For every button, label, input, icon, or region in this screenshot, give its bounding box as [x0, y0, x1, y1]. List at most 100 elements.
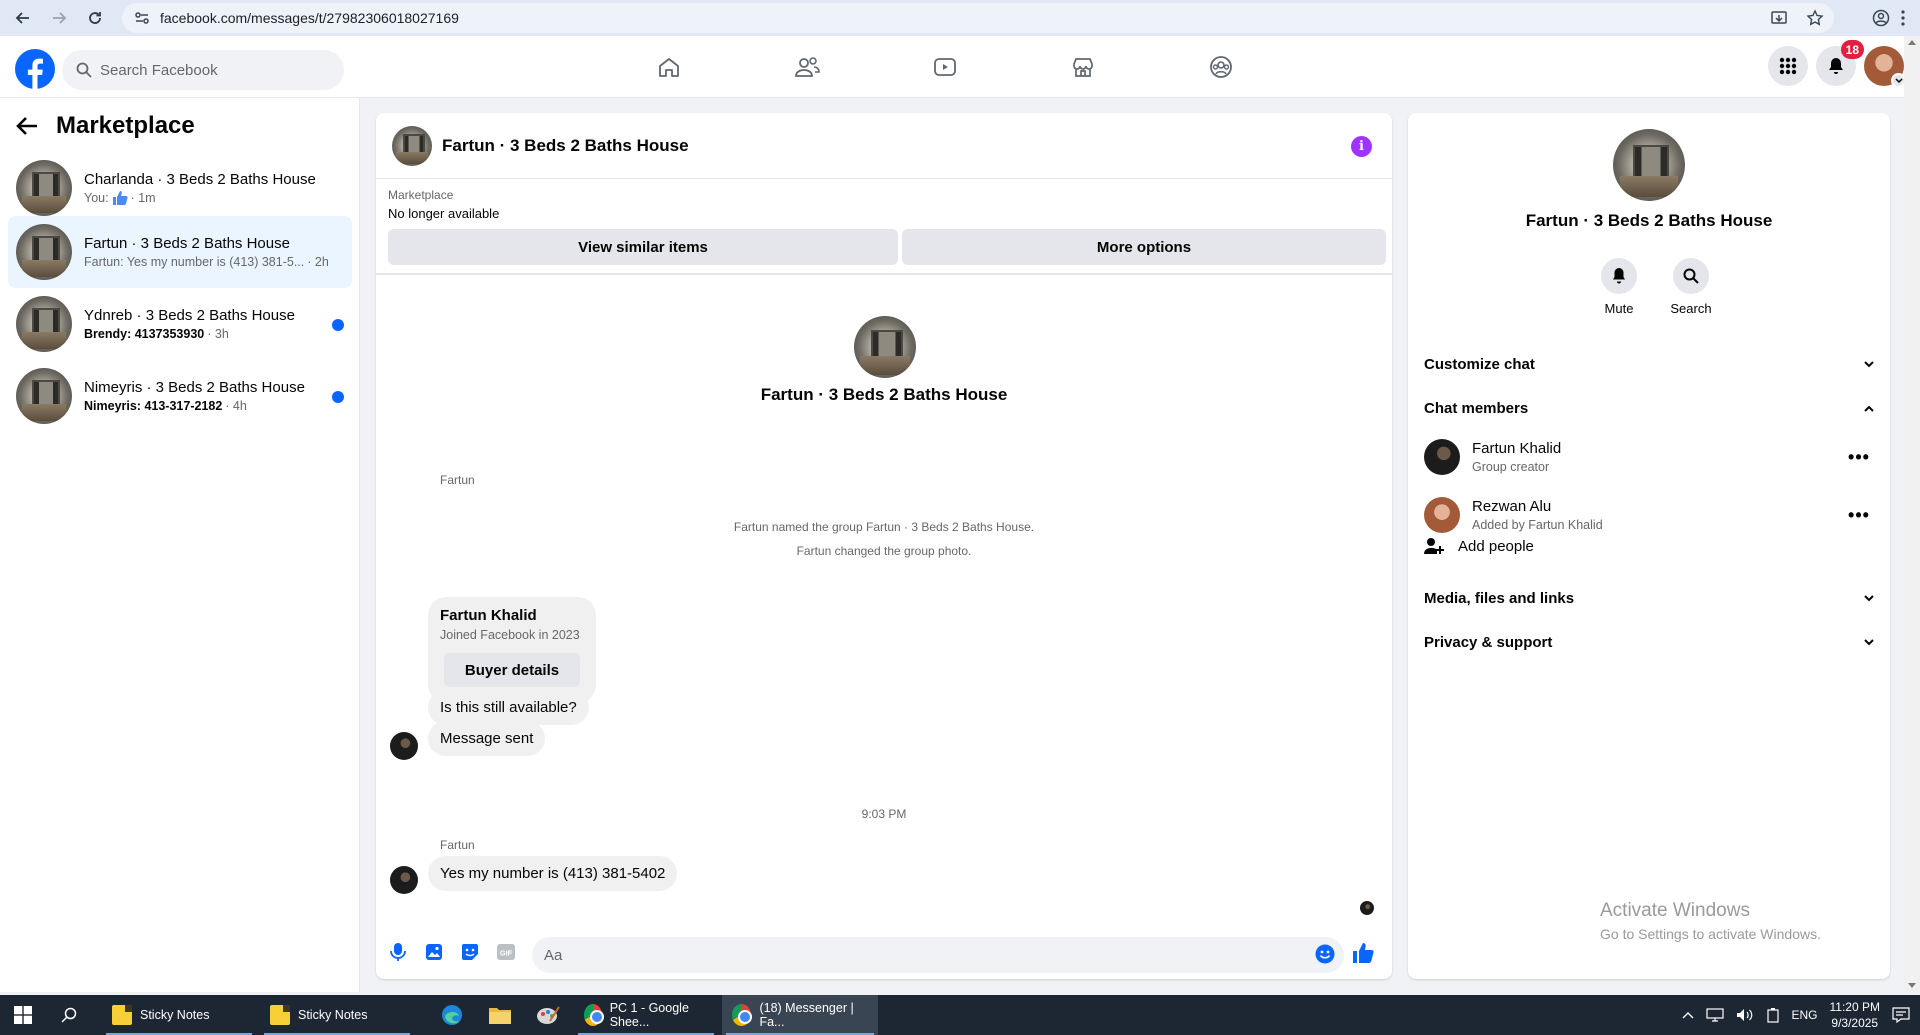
install-icon[interactable] [1770, 9, 1788, 27]
member-role: Group creator [1472, 460, 1550, 474]
url-text[interactable]: facebook.com/messages/t/2798230601802716… [160, 10, 459, 26]
edge-icon[interactable] [432, 995, 472, 1035]
file-explorer-icon[interactable] [480, 995, 520, 1035]
kebab-icon[interactable] [1900, 9, 1906, 27]
volume-icon[interactable] [1736, 1008, 1754, 1022]
chrome-icon [584, 1004, 604, 1026]
buyer-details-button[interactable]: Buyer details [444, 653, 580, 687]
taskbar-app-sticky-notes[interactable]: Sticky Notes [102, 995, 256, 1035]
view-similar-items-button[interactable]: View similar items [388, 229, 898, 265]
conversation-avatar [16, 368, 72, 424]
watermark-subtitle: Go to Settings to activate Windows. [1600, 926, 1821, 942]
thumbs-up-icon [112, 191, 128, 205]
marketplace-label: Marketplace [388, 188, 454, 202]
mic-icon[interactable] [380, 934, 416, 970]
watch-icon[interactable] [876, 36, 1014, 98]
taskbar-app-label: Sticky Notes [298, 1008, 368, 1022]
chat-avatar[interactable] [392, 125, 432, 166]
taskbar-app-google-sheets[interactable]: PC 1 - Google Shee... [574, 995, 718, 1035]
member-avatar [1424, 439, 1460, 475]
notifications-button[interactable]: 18 [1816, 40, 1864, 86]
chat-title[interactable]: Fartun · 3 Beds 2 Baths House [442, 136, 689, 156]
chat-members-section[interactable]: Chat members [1424, 388, 1874, 428]
conversation-time: · 1m [130, 191, 156, 205]
member-row[interactable]: Fartun Khalid Group creator ••• [1424, 431, 1874, 483]
message-bubble[interactable]: Message sent [428, 721, 546, 756]
sender-avatar[interactable] [390, 732, 418, 760]
add-people-button[interactable]: Add people [1424, 537, 1534, 555]
notifications-center-icon[interactable] [1892, 1007, 1910, 1023]
buyer-profile-card: Fartun Khalid Joined Facebook in 2023 Bu… [428, 597, 596, 703]
info-icon[interactable]: i [1351, 136, 1372, 157]
more-icon[interactable]: ••• [1844, 442, 1874, 472]
conversation-title: Charlanda · 3 Beds 2 Baths House [84, 171, 316, 188]
marketplace-icon[interactable] [1014, 36, 1152, 98]
groups-icon[interactable] [1152, 36, 1290, 98]
home-icon[interactable] [600, 36, 738, 98]
read-receipt-avatar [1360, 901, 1374, 915]
windows-taskbar: Sticky Notes Sticky Notes PC 1 - Google … [0, 995, 1920, 1035]
emoji-icon[interactable] [1315, 944, 1335, 964]
add-person-icon [1424, 537, 1446, 555]
system-tray: ENG 11:20 PM 9/3/2025 [1682, 995, 1920, 1035]
conversation-item[interactable]: Charlanda · 3 Beds 2 Baths House You: · … [8, 152, 352, 224]
battery-icon[interactable] [1766, 1007, 1780, 1023]
conversation-item-active[interactable]: Fartun · 3 Beds 2 Baths House Fartun: Ye… [8, 216, 352, 288]
image-icon[interactable] [416, 934, 452, 970]
site-settings-icon[interactable] [132, 10, 152, 26]
menu-grid-icon[interactable] [1768, 46, 1808, 86]
facebook-search-input[interactable]: Search Facebook [62, 50, 344, 90]
privacy-support-section[interactable]: Privacy & support [1424, 622, 1874, 662]
more-options-button[interactable]: More options [902, 229, 1386, 265]
search-in-chat-button[interactable]: Search [1661, 258, 1721, 316]
taskbar-app-sticky-notes[interactable]: Sticky Notes [260, 995, 414, 1035]
chevron-up-icon[interactable] [1682, 1011, 1694, 1019]
conversation-item[interactable]: Nimeyris · 3 Beds 2 Baths House Nimeyris… [8, 360, 352, 432]
back-icon[interactable] [5, 0, 41, 36]
paint-icon[interactable] [528, 995, 568, 1035]
bell-icon [1826, 56, 1846, 76]
member-row[interactable]: Rezwan Alu Added by Fartun Khalid ••• [1424, 489, 1874, 541]
page-scrollbar[interactable] [1904, 36, 1920, 992]
group-avatar [854, 316, 916, 378]
windows-start-icon[interactable] [0, 995, 46, 1035]
unread-dot [332, 319, 344, 331]
facebook-logo[interactable] [15, 49, 55, 89]
message-input[interactable] [532, 937, 1344, 973]
taskbar-app-label: (18) Messenger | Fa... [759, 1001, 854, 1029]
conversation-title: Fartun · 3 Beds 2 Baths House [84, 235, 290, 252]
forward-icon[interactable] [41, 0, 77, 36]
taskbar-clock[interactable]: 11:20 PM 9/3/2025 [1830, 999, 1880, 1031]
chat-header: Fartun · 3 Beds 2 Baths House i [376, 113, 1392, 179]
message-bubble[interactable]: Is this still available? [428, 690, 589, 725]
message-bubble[interactable]: Yes my number is (413) 381-5402 [428, 856, 678, 891]
message-composer: GIF [376, 925, 1392, 979]
mute-button[interactable]: Mute [1589, 258, 1649, 316]
taskbar-app-messenger[interactable]: (18) Messenger | Fa... [722, 995, 878, 1035]
language-indicator[interactable]: ENG [1792, 1008, 1818, 1022]
address-bar[interactable]: facebook.com/messages/t/2798230601802716… [122, 3, 1834, 33]
chat-details-panel: Fartun · 3 Beds 2 Baths House Mute Searc… [1408, 113, 1890, 979]
sticker-icon[interactable] [452, 934, 488, 970]
system-message: Fartun changed the group photo. [796, 544, 972, 558]
reload-icon[interactable] [77, 0, 113, 36]
account-avatar[interactable] [1864, 46, 1906, 88]
friends-icon[interactable] [738, 36, 876, 98]
more-icon[interactable]: ••• [1844, 500, 1874, 530]
network-icon[interactable] [1705, 1008, 1724, 1022]
star-icon[interactable] [1806, 9, 1824, 27]
sender-avatar[interactable] [390, 866, 418, 894]
gif-icon[interactable]: GIF [488, 934, 524, 970]
conversation-item[interactable]: Ydnreb · 3 Beds 2 Baths House Brendy: 41… [8, 288, 352, 360]
thumbs-up-icon[interactable] [1352, 942, 1374, 964]
marketplace-banner: Marketplace No longer available View sim… [376, 179, 1392, 275]
clock-time: 11:20 PM [1829, 1000, 1880, 1014]
chevron-down-icon [1864, 594, 1874, 602]
section-title: Customize chat [1424, 355, 1535, 373]
back-arrow-icon[interactable] [16, 116, 38, 136]
media-files-links-section[interactable]: Media, files and links [1424, 578, 1874, 618]
clock-date: 9/3/2025 [1831, 1016, 1879, 1030]
taskbar-search-icon[interactable] [46, 995, 92, 1035]
customize-chat-section[interactable]: Customize chat [1424, 344, 1874, 384]
profile-icon[interactable] [1872, 9, 1890, 27]
